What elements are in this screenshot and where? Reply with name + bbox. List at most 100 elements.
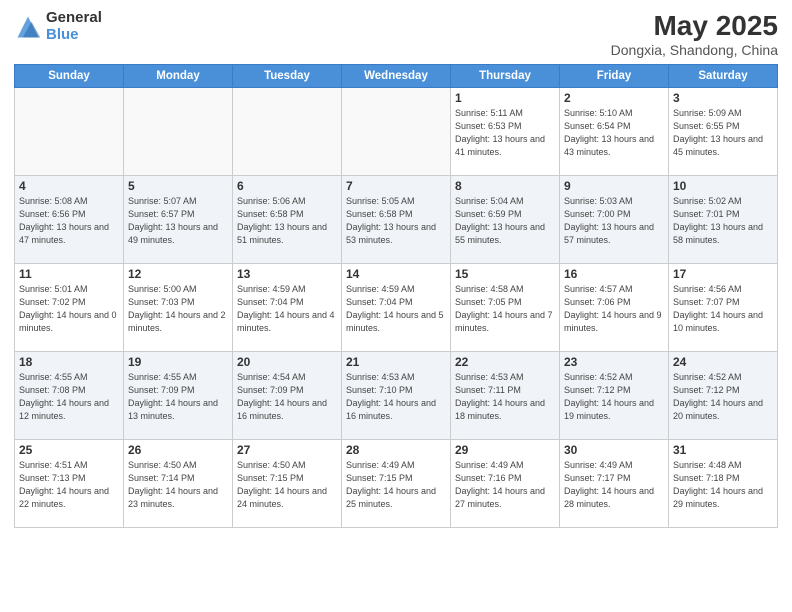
logo: General Blue (14, 10, 102, 43)
day-cell: 9 Sunrise: 5:03 AM Sunset: 7:00 PM Daylig… (560, 176, 669, 264)
day-number: 28 (346, 443, 446, 457)
day-cell: 28 Sunrise: 4:49 AM Sunset: 7:15 PM Dayli… (342, 440, 451, 528)
day-info: Sunrise: 4:53 AM Sunset: 7:11 PM Dayligh… (455, 371, 555, 423)
day-info: Sunrise: 4:59 AM Sunset: 7:04 PM Dayligh… (346, 283, 446, 335)
day-number: 24 (673, 355, 773, 369)
header: General Blue May 2025 Dongxia, Shandong,… (14, 10, 778, 58)
day-number: 6 (237, 179, 337, 193)
day-cell: 5Sunrise: 5:07 AM Sunset: 6:57 PM Daylig… (124, 176, 233, 264)
day-number: 17 (673, 267, 773, 281)
day-cell: 12Sunrise: 5:00 AM Sunset: 7:03 PM Dayli… (124, 264, 233, 352)
day-info: Sunrise: 5:11 AM Sunset: 6:53 PM Dayligh… (455, 107, 555, 159)
day-number: 23 (564, 355, 664, 369)
day-number: 14 (346, 267, 446, 281)
day-number: 21 (346, 355, 446, 369)
day-cell: 6 Sunrise: 5:06 AM Sunset: 6:58 PM Daylig… (233, 176, 342, 264)
day-cell: 20Sunrise: 4:54 AM Sunset: 7:09 PM Dayli… (233, 352, 342, 440)
day-info: Sunrise: 4:48 AM Sunset: 7:18 PM Dayligh… (673, 459, 773, 511)
day-cell: 30 Sunrise: 4:49 AM Sunset: 7:17 PM Dayli… (560, 440, 669, 528)
day-number: 26 (128, 443, 228, 457)
day-cell: 19Sunrise: 4:55 AM Sunset: 7:09 PM Dayli… (124, 352, 233, 440)
day-cell: 4 Sunrise: 5:08 AM Sunset: 6:56 PM Daylig… (15, 176, 124, 264)
logo-text: General Blue (46, 10, 102, 43)
day-info: Sunrise: 4:52 AM Sunset: 7:12 PM Dayligh… (673, 371, 773, 423)
day-number: 31 (673, 443, 773, 457)
day-info: Sunrise: 4:52 AM Sunset: 7:12 PM Dayligh… (564, 371, 664, 423)
day-number: 8 (455, 179, 555, 193)
day-info: Sunrise: 5:01 AM Sunset: 7:02 PM Dayligh… (19, 283, 119, 335)
day-info: Sunrise: 4:54 AM Sunset: 7:09 PM Dayligh… (237, 371, 337, 423)
day-number: 22 (455, 355, 555, 369)
day-number: 30 (564, 443, 664, 457)
day-number: 16 (564, 267, 664, 281)
day-cell: 24 Sunrise: 4:52 AM Sunset: 7:12 PM Dayli… (669, 352, 778, 440)
day-info: Sunrise: 4:50 AM Sunset: 7:14 PM Dayligh… (128, 459, 228, 511)
day-cell: 11 Sunrise: 5:01 AM Sunset: 7:02 PM Dayli… (15, 264, 124, 352)
day-header-monday: Monday (124, 65, 233, 88)
day-number: 18 (19, 355, 119, 369)
header-row: SundayMondayTuesdayWednesdayThursdayFrid… (15, 65, 778, 88)
day-number: 3 (673, 91, 773, 105)
day-info: Sunrise: 4:59 AM Sunset: 7:04 PM Dayligh… (237, 283, 337, 335)
subtitle: Dongxia, Shandong, China (611, 42, 778, 58)
day-header-friday: Friday (560, 65, 669, 88)
calendar-table: SundayMondayTuesdayWednesdayThursdayFrid… (14, 64, 778, 528)
day-info: Sunrise: 5:08 AM Sunset: 6:56 PM Dayligh… (19, 195, 119, 247)
day-header-saturday: Saturday (669, 65, 778, 88)
day-cell: 13Sunrise: 4:59 AM Sunset: 7:04 PM Dayli… (233, 264, 342, 352)
day-info: Sunrise: 4:56 AM Sunset: 7:07 PM Dayligh… (673, 283, 773, 335)
day-number: 29 (455, 443, 555, 457)
day-cell: 7Sunrise: 5:05 AM Sunset: 6:58 PM Daylig… (342, 176, 451, 264)
day-cell: 31 Sunrise: 4:48 AM Sunset: 7:18 PM Dayli… (669, 440, 778, 528)
day-info: Sunrise: 5:03 AM Sunset: 7:00 PM Dayligh… (564, 195, 664, 247)
week-row-3: 11 Sunrise: 5:01 AM Sunset: 7:02 PM Dayli… (15, 264, 778, 352)
day-cell: 22 Sunrise: 4:53 AM Sunset: 7:11 PM Dayli… (451, 352, 560, 440)
day-cell: 26 Sunrise: 4:50 AM Sunset: 7:14 PM Dayli… (124, 440, 233, 528)
logo-general: General (46, 10, 102, 27)
day-cell (342, 88, 451, 176)
day-cell: 2 Sunrise: 5:10 AM Sunset: 6:54 PM Daylig… (560, 88, 669, 176)
day-cell: 14 Sunrise: 4:59 AM Sunset: 7:04 PM Dayli… (342, 264, 451, 352)
day-info: Sunrise: 4:49 AM Sunset: 7:17 PM Dayligh… (564, 459, 664, 511)
day-info: Sunrise: 4:53 AM Sunset: 7:10 PM Dayligh… (346, 371, 446, 423)
day-header-thursday: Thursday (451, 65, 560, 88)
day-cell: 18 Sunrise: 4:55 AM Sunset: 7:08 PM Dayli… (15, 352, 124, 440)
day-info: Sunrise: 5:10 AM Sunset: 6:54 PM Dayligh… (564, 107, 664, 159)
day-number: 4 (19, 179, 119, 193)
day-number: 19 (128, 355, 228, 369)
logo-blue: Blue (46, 27, 102, 44)
day-number: 11 (19, 267, 119, 281)
day-info: Sunrise: 4:55 AM Sunset: 7:08 PM Dayligh… (19, 371, 119, 423)
day-number: 1 (455, 91, 555, 105)
main-title: May 2025 (611, 10, 778, 42)
day-info: Sunrise: 5:09 AM Sunset: 6:55 PM Dayligh… (673, 107, 773, 159)
day-cell: 1 Sunrise: 5:11 AM Sunset: 6:53 PM Daylig… (451, 88, 560, 176)
day-cell (124, 88, 233, 176)
day-number: 2 (564, 91, 664, 105)
day-header-wednesday: Wednesday (342, 65, 451, 88)
day-info: Sunrise: 5:06 AM Sunset: 6:58 PM Dayligh… (237, 195, 337, 247)
day-info: Sunrise: 4:49 AM Sunset: 7:15 PM Dayligh… (346, 459, 446, 511)
week-row-5: 25 Sunrise: 4:51 AM Sunset: 7:13 PM Dayli… (15, 440, 778, 528)
day-info: Sunrise: 5:05 AM Sunset: 6:58 PM Dayligh… (346, 195, 446, 247)
day-cell: 27Sunrise: 4:50 AM Sunset: 7:15 PM Dayli… (233, 440, 342, 528)
day-info: Sunrise: 5:02 AM Sunset: 7:01 PM Dayligh… (673, 195, 773, 247)
day-info: Sunrise: 4:51 AM Sunset: 7:13 PM Dayligh… (19, 459, 119, 511)
day-cell (233, 88, 342, 176)
day-number: 10 (673, 179, 773, 193)
day-cell: 8 Sunrise: 5:04 AM Sunset: 6:59 PM Daylig… (451, 176, 560, 264)
day-info: Sunrise: 4:49 AM Sunset: 7:16 PM Dayligh… (455, 459, 555, 511)
day-header-sunday: Sunday (15, 65, 124, 88)
day-number: 12 (128, 267, 228, 281)
day-cell (15, 88, 124, 176)
day-cell: 17 Sunrise: 4:56 AM Sunset: 7:07 PM Dayli… (669, 264, 778, 352)
day-cell: 29 Sunrise: 4:49 AM Sunset: 7:16 PM Dayli… (451, 440, 560, 528)
day-number: 25 (19, 443, 119, 457)
day-info: Sunrise: 4:50 AM Sunset: 7:15 PM Dayligh… (237, 459, 337, 511)
day-number: 9 (564, 179, 664, 193)
day-cell: 10 Sunrise: 5:02 AM Sunset: 7:01 PM Dayli… (669, 176, 778, 264)
day-info: Sunrise: 5:04 AM Sunset: 6:59 PM Dayligh… (455, 195, 555, 247)
day-cell: 21 Sunrise: 4:53 AM Sunset: 7:10 PM Dayli… (342, 352, 451, 440)
week-row-2: 4 Sunrise: 5:08 AM Sunset: 6:56 PM Daylig… (15, 176, 778, 264)
day-cell: 3 Sunrise: 5:09 AM Sunset: 6:55 PM Daylig… (669, 88, 778, 176)
